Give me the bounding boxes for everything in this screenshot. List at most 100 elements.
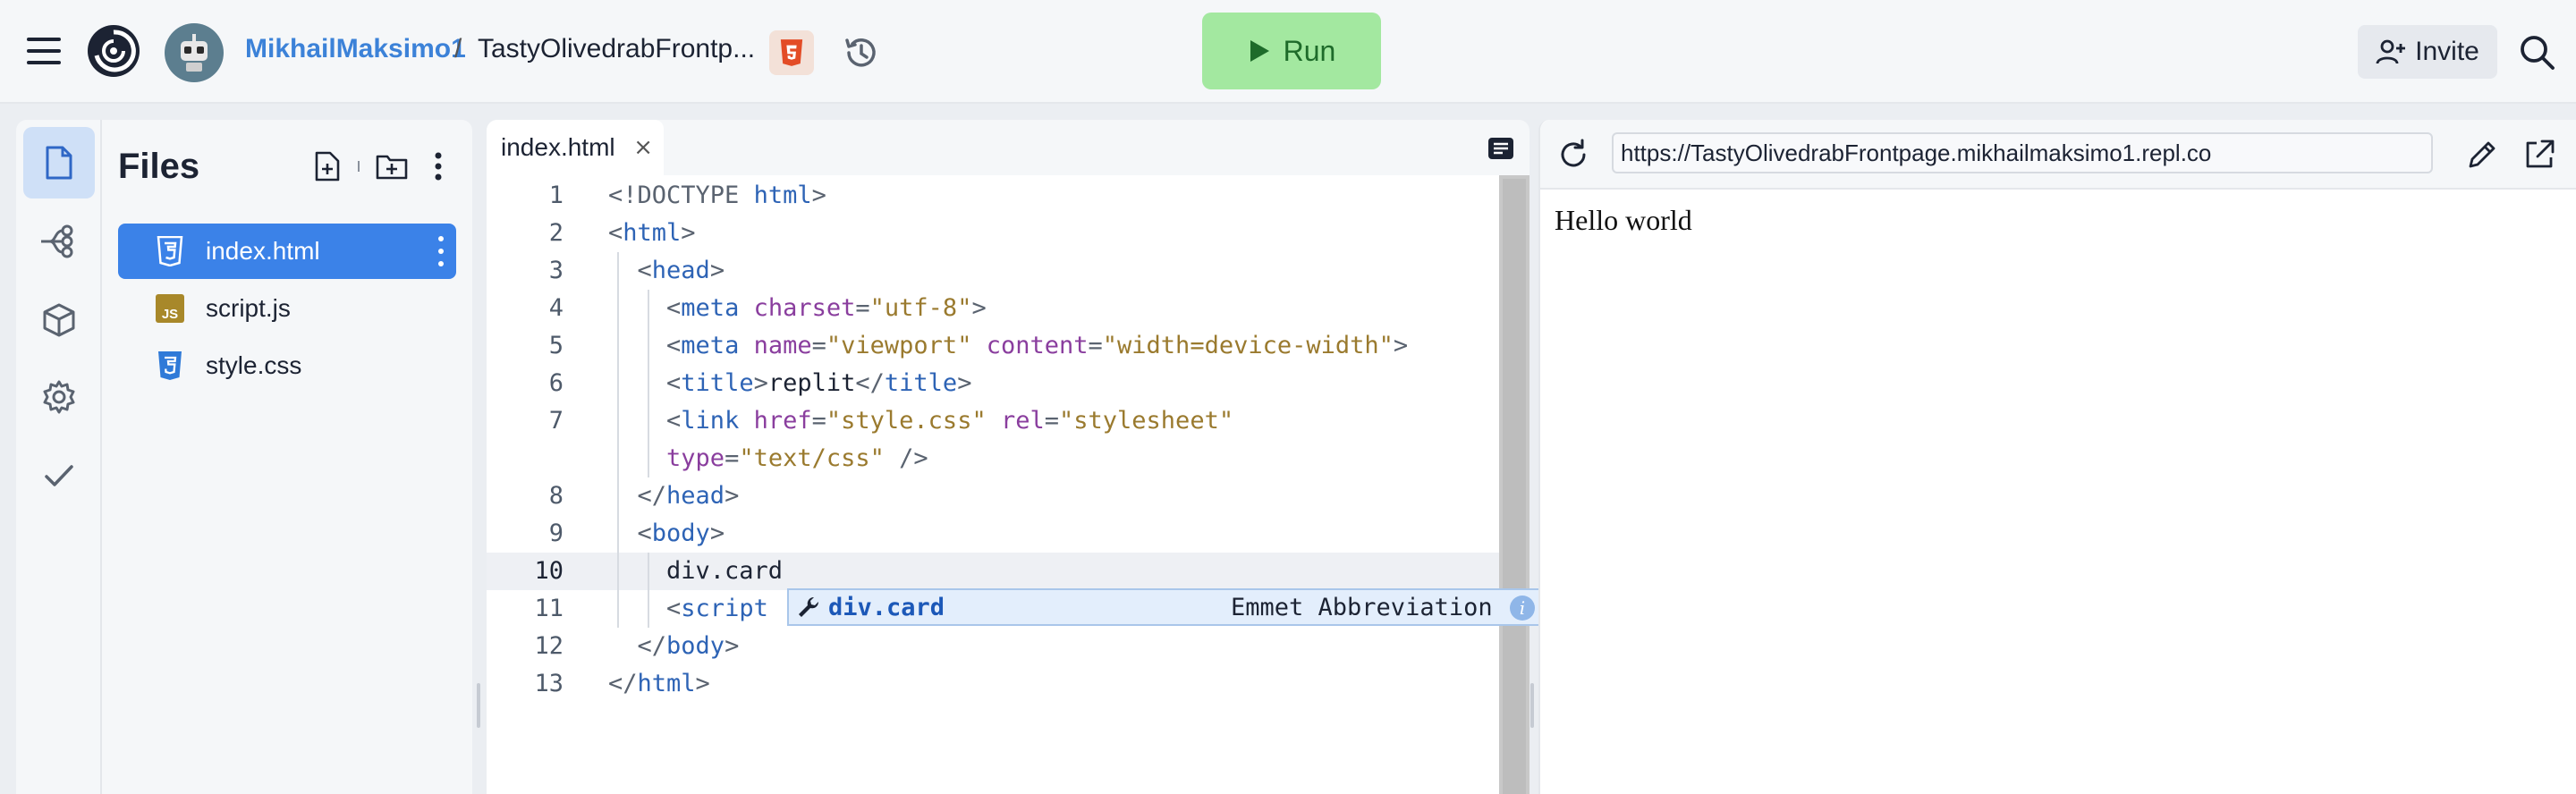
code-line[interactable]: 8 </head> (487, 477, 1499, 515)
files-editor-splitter[interactable] (477, 683, 480, 728)
code-token: title (681, 369, 754, 397)
file-item-script-js[interactable]: JS script.js (118, 281, 456, 336)
code-line[interactable]: 7 <link href="style.css" rel="stylesheet… (487, 402, 1499, 440)
search-icon[interactable] (2517, 32, 2556, 72)
code-text: <script (608, 590, 768, 628)
code-text: <!DOCTYPE html> (608, 177, 826, 215)
html-file-icon (154, 235, 186, 267)
code-token: > (971, 294, 987, 322)
code-line[interactable]: 2 <html> (487, 215, 1499, 252)
code-text: <html> (608, 215, 696, 252)
code-token: head (666, 482, 725, 510)
play-icon (1250, 40, 1269, 62)
code-text: <meta charset="utf-8"> (608, 290, 987, 327)
url-input[interactable] (1612, 132, 2433, 173)
webview-toolbar (1540, 120, 2576, 190)
html5-icon[interactable] (769, 30, 814, 75)
run-button[interactable]: Run (1202, 13, 1381, 89)
run-label: Run (1283, 34, 1336, 67)
code-token: charset (753, 294, 856, 322)
code-line[interactable]: 1 <!DOCTYPE html> (487, 177, 1499, 215)
new-folder-icon[interactable] (374, 148, 410, 184)
close-icon[interactable]: × (633, 134, 653, 161)
code-line[interactable]: 12 </body> (487, 628, 1499, 665)
code-token: < (666, 369, 682, 397)
code-token: < (637, 257, 652, 284)
code-line[interactable]: type="text/css" /> (487, 440, 1499, 477)
new-file-icon[interactable] (309, 148, 345, 184)
code-line[interactable]: 6 <title>replit</title> (487, 365, 1499, 402)
scrollbar-thumb[interactable] (1503, 179, 1526, 794)
open-external-icon[interactable] (2522, 138, 2556, 172)
more-vertical-icon[interactable] (420, 148, 456, 184)
check-icon (45, 465, 73, 486)
code-area[interactable]: 1 <!DOCTYPE html> 2 <html> 3 <head> 4 <meta c… (487, 175, 1499, 794)
code-token: meta (681, 332, 740, 359)
code-token: link (681, 407, 740, 435)
code-token: "style.css" (826, 407, 987, 435)
code-line[interactable]: 9 <body> (487, 515, 1499, 553)
code-token: "utf-8" (869, 294, 972, 322)
replit-logo-icon[interactable] (86, 23, 141, 79)
tab-index-html[interactable]: index.html × (487, 120, 664, 175)
activity-files[interactable] (23, 127, 95, 198)
file-name: style.css (206, 351, 302, 379)
code-token: head (651, 257, 710, 284)
activity-checks[interactable] (23, 440, 95, 511)
autocomplete-suggestion[interactable]: div.card Emmet Abbreviation i (787, 588, 1558, 626)
line-number: 7 (548, 407, 564, 435)
code-token: < (666, 294, 682, 322)
code-editor: index.html × 1 <!DOCTYPE html> 2 <html> 3 <h… (487, 120, 1530, 794)
activity-settings[interactable] (23, 361, 95, 433)
code-token: name (753, 332, 812, 359)
code-line[interactable]: 10 div.card (487, 553, 1499, 590)
owner-link[interactable]: MikhailMaksimo1 (245, 34, 466, 64)
repl-name[interactable]: TastyOlivedrabFrontp... (478, 34, 755, 64)
code-token: content (986, 332, 1089, 359)
line-number: 6 (548, 369, 564, 397)
info-icon[interactable]: i (1510, 596, 1535, 621)
code-token: < (608, 219, 623, 247)
avatar[interactable] (165, 23, 224, 82)
file-item-index-html[interactable]: index.html (118, 224, 456, 279)
code-token: </ (637, 482, 667, 510)
code-token: "text/css" (739, 444, 885, 472)
file-item-style-css[interactable]: style.css (118, 338, 456, 393)
code-line[interactable]: 5 <meta name="viewport" content="width=d… (487, 327, 1499, 365)
line-number: 12 (534, 632, 564, 660)
code-token: > (695, 670, 710, 697)
line-number: 13 (534, 670, 564, 697)
file-more-icon[interactable] (436, 236, 445, 266)
code-line[interactable]: 3 <head> (487, 252, 1499, 290)
code-token: <!DOCTYPE (608, 182, 754, 209)
history-icon[interactable] (841, 32, 882, 73)
code-token: > (709, 519, 725, 547)
indent-guide (648, 553, 649, 628)
line-number: 10 (534, 557, 564, 585)
file-name: index.html (206, 237, 320, 265)
line-number: 8 (548, 482, 564, 510)
code-text: type="text/css" /> (608, 440, 928, 477)
editor-webview-splitter[interactable] (1530, 683, 1534, 728)
code-token: title (884, 369, 958, 397)
code-token: = (811, 407, 826, 435)
code-token: type (666, 444, 725, 472)
code-line[interactable]: 4 <meta charset="utf-8"> (487, 290, 1499, 327)
code-token: = (724, 444, 740, 472)
top-header: MikhailMaksimo1 / TastyOlivedrabFrontp..… (0, 0, 2576, 104)
activity-packages[interactable] (23, 284, 95, 356)
code-text: <head> (608, 252, 725, 290)
invite-button[interactable]: Invite (2358, 25, 2497, 79)
pencil-icon[interactable] (2465, 138, 2499, 172)
activity-git[interactable] (23, 206, 95, 277)
code-token: = (1044, 407, 1060, 435)
hamburger-menu-icon[interactable] (27, 38, 61, 64)
code-token: = (811, 332, 826, 359)
code-token: < (666, 332, 682, 359)
editor-menu-icon[interactable] (1487, 134, 1515, 163)
svg-text:JS: JS (162, 307, 178, 322)
code-line[interactable]: 13 </html> (487, 665, 1499, 703)
reload-icon[interactable] (1556, 138, 1590, 172)
